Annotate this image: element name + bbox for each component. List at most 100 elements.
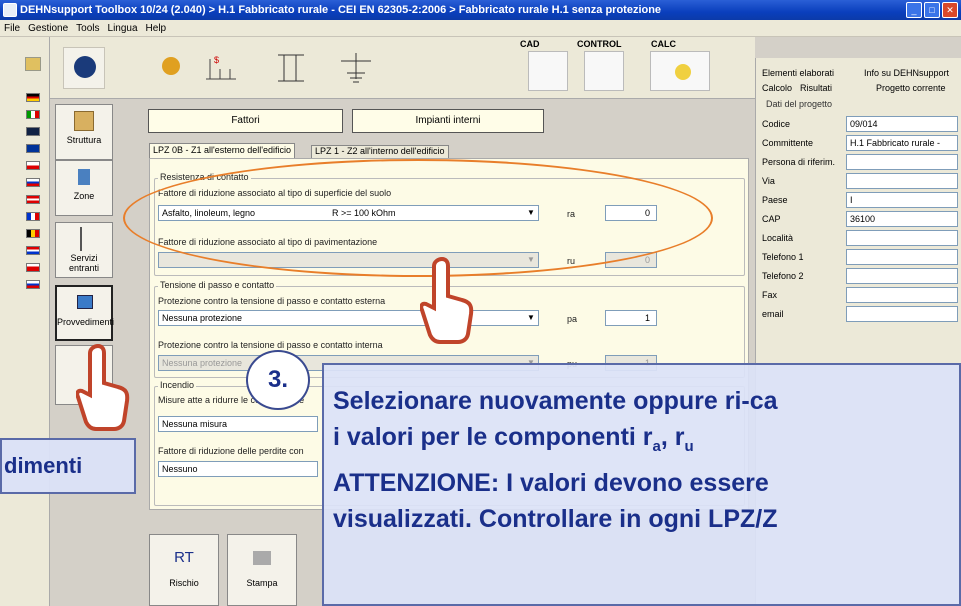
- esterna-select[interactable]: Nessuna protezione ▼: [158, 310, 539, 326]
- flag-sk-icon[interactable]: [26, 178, 40, 187]
- provvedimenti-button[interactable]: Provvedimenti: [55, 285, 114, 341]
- field-label: Persona di riferim.: [762, 157, 836, 167]
- misure-select[interactable]: Nessuna misura: [158, 416, 318, 432]
- menu-lingua[interactable]: Lingua: [108, 23, 138, 34]
- maximize-button[interactable]: □: [924, 2, 940, 18]
- mast-icon: [80, 227, 88, 251]
- flag-de-icon[interactable]: [26, 93, 40, 102]
- cad-label: CAD: [520, 39, 540, 49]
- field-label: Committente: [762, 138, 814, 148]
- field-input[interactable]: [846, 154, 958, 170]
- minimize-button[interactable]: _: [906, 2, 922, 18]
- house-icon: [74, 111, 94, 131]
- app-icon[interactable]: [3, 3, 17, 17]
- person-icon: [74, 56, 96, 78]
- struttura-label: Struttura: [66, 135, 102, 145]
- tab-calcolo[interactable]: Calcolo: [762, 83, 792, 93]
- stampa-button[interactable]: Stampa: [227, 534, 297, 606]
- field-input[interactable]: [846, 173, 958, 189]
- step-voltage-tool-button[interactable]: $: [200, 47, 242, 89]
- esterna-value: Nessuna protezione: [162, 313, 243, 323]
- field-label: Telefono 2: [762, 271, 804, 281]
- left-sidebar: [0, 37, 50, 606]
- control-button[interactable]: [584, 51, 624, 91]
- measures-icon: [77, 295, 93, 309]
- struttura-button[interactable]: Struttura: [55, 104, 113, 160]
- pointing-hand-icon-2: [76, 343, 130, 431]
- coin-icon: [162, 57, 180, 75]
- step-number-badge: 3.: [246, 350, 310, 410]
- printer-icon: [253, 551, 271, 565]
- field-input[interactable]: [846, 249, 958, 265]
- folder-icon[interactable]: [25, 57, 41, 71]
- menu-tools[interactable]: Tools: [76, 23, 99, 34]
- field-input[interactable]: H.1 Fabbricato rurale -: [846, 135, 958, 151]
- control-label: CONTROL: [577, 39, 622, 49]
- pa-label: pa: [567, 314, 578, 324]
- callout-line-1: Selezionare nuovamente oppure ri-ca: [333, 387, 778, 415]
- earth-tool-button[interactable]: [335, 47, 377, 89]
- flag-cz-icon[interactable]: [26, 161, 40, 170]
- callout-line-3: ATTENZIONE: I valori devono essere: [333, 469, 769, 497]
- stampa-label: Stampa: [246, 578, 278, 588]
- tab-lpz0[interactable]: LPZ 0B - Z1 all'esterno dell'edificio: [149, 143, 296, 159]
- flag-ru-icon[interactable]: [26, 280, 40, 289]
- home-tool-button[interactable]: [63, 47, 105, 89]
- provvedimenti-callout: dimenti: [0, 438, 136, 494]
- flag-hr-icon[interactable]: [26, 246, 40, 255]
- field-input[interactable]: 36100: [846, 211, 958, 227]
- tab-lpz1[interactable]: LPZ 1 - Z2 all'interno dell'edificio: [311, 145, 449, 159]
- perdite-select[interactable]: Nessuno: [158, 461, 318, 477]
- subscript-a: a: [652, 438, 661, 455]
- tab-progetto-corrente[interactable]: Progetto corrente: [876, 83, 946, 93]
- toolbar: $ CAD CONTROL CALC: [50, 37, 755, 99]
- column-tool-button[interactable]: [270, 47, 312, 89]
- close-button[interactable]: ✕: [942, 2, 958, 18]
- money-tool-button[interactable]: [150, 47, 192, 89]
- flag-at-icon[interactable]: [26, 195, 40, 204]
- perdite-value: Nessuno: [162, 464, 198, 474]
- servizi-entranti-button[interactable]: Servizi entranti: [55, 222, 113, 278]
- calc-label: CALC: [651, 39, 676, 49]
- misure-value: Nessuna misura: [162, 419, 228, 429]
- flag-it-icon[interactable]: [26, 110, 40, 119]
- menu-bar: File Gestione Tools Lingua Help: [0, 20, 961, 37]
- instruction-callout: Selezionare nuovamente oppure ri-ca i va…: [322, 363, 961, 606]
- flag-pl-icon[interactable]: [26, 263, 40, 272]
- esterna-label: Protezione contro la tensione di passo e…: [158, 296, 386, 306]
- field-label: Telefono 1: [762, 252, 804, 262]
- field-input[interactable]: I: [846, 192, 958, 208]
- field-input[interactable]: [846, 287, 958, 303]
- servizi-label: Servizi entranti: [68, 253, 100, 273]
- callout-line-2: i valori per le componenti ra, ru: [333, 419, 959, 465]
- pa-value[interactable]: 1: [605, 310, 657, 326]
- step-voltage-icon: $: [206, 55, 236, 80]
- menu-help[interactable]: Help: [146, 23, 167, 34]
- zone-label: Zone: [73, 191, 95, 201]
- flag-uk-icon[interactable]: [26, 127, 40, 136]
- tab-risultati[interactable]: Risultati: [800, 83, 832, 93]
- window-title: DEHNsupport Toolbox 10/24 (2.040) > H.1 …: [20, 4, 662, 16]
- field-label: Via: [762, 176, 775, 186]
- flag-fr-icon[interactable]: [26, 212, 40, 221]
- risk-icon: RT: [174, 549, 194, 566]
- calc-button[interactable]: [650, 51, 710, 91]
- flag-eu-icon[interactable]: [26, 144, 40, 153]
- impianti-interni-button[interactable]: Impianti interni: [352, 109, 544, 133]
- zone-button[interactable]: Zone: [55, 160, 113, 216]
- field-input[interactable]: [846, 230, 958, 246]
- menu-gestione[interactable]: Gestione: [28, 23, 68, 34]
- field-input[interactable]: [846, 268, 958, 284]
- tab-elementi[interactable]: Elementi elaborati: [762, 68, 834, 78]
- menu-file[interactable]: File: [4, 23, 20, 34]
- rischio-button[interactable]: RT Rischio: [149, 534, 219, 606]
- field-input[interactable]: [846, 306, 958, 322]
- tab-info[interactable]: Info su DEHNsupport: [864, 68, 949, 78]
- cad-button[interactable]: [528, 51, 568, 91]
- flag-be-icon[interactable]: [26, 229, 40, 238]
- rischio-label: Rischio: [169, 578, 199, 588]
- field-input[interactable]: 09/014: [846, 116, 958, 132]
- earth-icon: [341, 53, 371, 83]
- fattori-button[interactable]: Fattori: [148, 109, 343, 133]
- interna-label: Protezione contro la tensione di passo e…: [158, 340, 383, 350]
